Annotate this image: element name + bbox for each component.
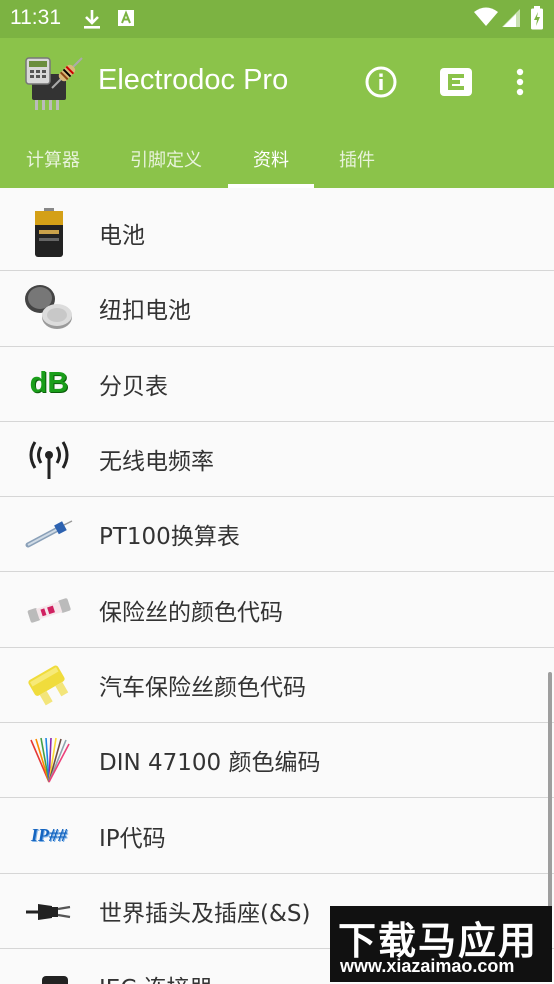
a-notification-icon <box>117 9 135 31</box>
download-icon <box>82 8 102 34</box>
list-item[interactable]: IP## IP代码 <box>0 798 554 874</box>
glass-fuse-icon <box>22 583 76 637</box>
tab-bar: 计算器 引脚定义 资料 插件 <box>0 138 554 188</box>
list-item[interactable]: PT100换算表 <box>0 497 554 573</box>
list-item[interactable]: 汽车保险丝颜色代码 <box>0 648 554 724</box>
app-bar: Electrodoc Pro 计算器 引脚定义 资料 插件 <box>0 38 554 188</box>
overflow-menu-icon[interactable] <box>500 62 540 102</box>
status-bar: 11:31 <box>0 0 554 38</box>
list-item-label: PT100换算表 <box>99 524 240 551</box>
battery-cell-icon <box>22 206 76 260</box>
list-item-label: IEC 连接器 <box>99 969 213 984</box>
app-logo-icon <box>22 52 84 114</box>
ip-code-icon: IP## <box>22 809 76 863</box>
list-item-label: 纽扣电池 <box>99 298 191 325</box>
tab-resources[interactable]: 资料 <box>228 138 314 188</box>
power-plug-icon <box>22 884 76 938</box>
list-item-label: 无线电频率 <box>99 449 214 476</box>
pt100-sensor-icon <box>22 507 76 561</box>
list-item-label: 世界插头及插座(&S) <box>99 900 311 927</box>
app-title: Electrodoc Pro <box>98 64 289 96</box>
radio-antenna-icon <box>22 432 76 486</box>
list-item[interactable]: 电池 <box>0 196 554 272</box>
signal-icon <box>502 9 520 31</box>
info-icon[interactable] <box>361 62 401 102</box>
list-item[interactable]: 无线电频率 <box>0 422 554 498</box>
plugin-icon[interactable] <box>436 62 476 102</box>
decibel-icon: dB <box>22 357 76 411</box>
list-item-label: 保险丝的颜色代码 <box>99 599 283 626</box>
watermark: 下载马应用 www.xiazaimao.com <box>330 906 552 982</box>
list-item-label: IP代码 <box>99 825 166 852</box>
ip-code-icon-text: IP## <box>31 825 67 846</box>
active-tab-indicator <box>228 184 314 188</box>
wifi-icon <box>474 7 498 31</box>
watermark-url: www.xiazaimao.com <box>340 956 515 976</box>
list-item-label: 电池 <box>99 223 145 250</box>
coin-cell-icon <box>22 281 76 335</box>
battery-icon <box>530 6 544 34</box>
tab-pinouts[interactable]: 引脚定义 <box>118 138 214 188</box>
resource-list: 电池 纽扣电池 dB 分贝表 无线电频率 PT100换算表 保险丝的颜色代码 汽… <box>0 196 554 984</box>
decibel-icon-text: dB <box>29 367 69 400</box>
status-time: 11:31 <box>10 6 61 29</box>
list-item[interactable]: 纽扣电池 <box>0 271 554 347</box>
car-fuse-icon <box>22 658 76 712</box>
tab-plugins[interactable]: 插件 <box>324 138 390 188</box>
list-item[interactable]: 保险丝的颜色代码 <box>0 572 554 648</box>
tab-calculator[interactable]: 计算器 <box>8 138 98 188</box>
wire-bundle-icon <box>22 733 76 787</box>
list-item-label: 汽车保险丝颜色代码 <box>99 674 306 701</box>
list-item[interactable]: dB 分贝表 <box>0 347 554 422</box>
list-item-label: 分贝表 <box>99 373 168 400</box>
list-item-label: DIN 47100 颜色编码 <box>99 750 321 777</box>
list-item[interactable]: DIN 47100 颜色编码 <box>0 723 554 799</box>
iec-connector-icon <box>22 959 76 984</box>
